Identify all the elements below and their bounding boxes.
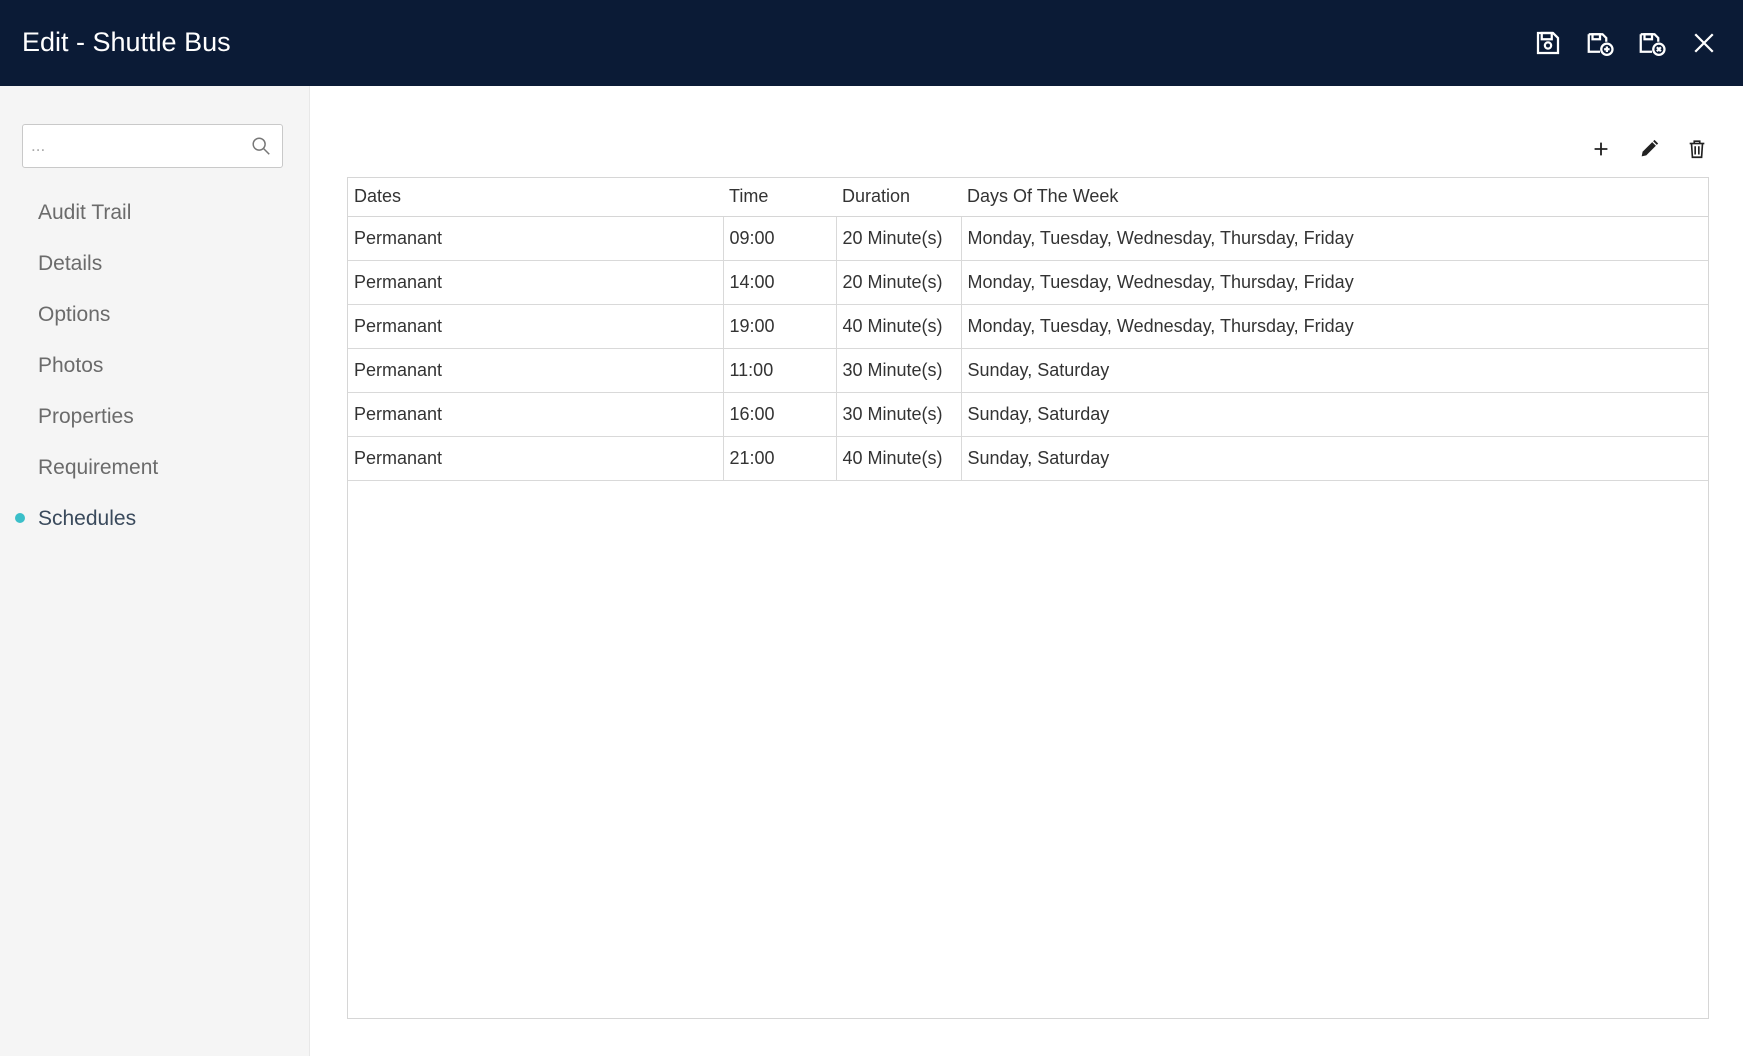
cell-duration: 40 Minute(s)	[836, 304, 962, 349]
table-row[interactable]: Permanant 19:00 40 Minute(s) Monday, Tue…	[348, 304, 1708, 349]
edit-icon	[1641, 139, 1659, 157]
header-bar: Edit - Shuttle Bus	[0, 0, 1743, 86]
cell-dates: Permanant	[348, 436, 724, 481]
column-header-time[interactable]: Time	[723, 178, 836, 217]
grid-toolbar	[1585, 132, 1713, 166]
cell-days: Sunday, Saturday	[961, 348, 1708, 393]
sidebar-item-label: Audit Trail	[38, 201, 132, 224]
search-box	[22, 124, 283, 168]
sidebar-item-details[interactable]: Details	[0, 238, 310, 289]
cell-time: 11:00	[723, 348, 837, 393]
column-header-dates[interactable]: Dates	[348, 178, 723, 217]
cell-time: 14:00	[723, 260, 837, 305]
close-button[interactable]	[1687, 26, 1721, 60]
save-and-new-icon	[1587, 33, 1614, 56]
cell-dates: Permanant	[348, 348, 724, 393]
cell-duration: 40 Minute(s)	[836, 436, 962, 481]
table-row[interactable]: Permanant 16:00 30 Minute(s) Sunday, Sat…	[348, 392, 1708, 437]
delete-icon	[1689, 140, 1705, 159]
cell-days: Monday, Tuesday, Wednesday, Thursday, Fr…	[961, 260, 1708, 305]
cell-days: Monday, Tuesday, Wednesday, Thursday, Fr…	[961, 304, 1708, 349]
save-and-close-icon	[1639, 33, 1666, 56]
delete-button[interactable]	[1681, 133, 1713, 165]
cell-duration: 30 Minute(s)	[836, 392, 962, 437]
sidebar-item-label: Schedules	[38, 507, 137, 530]
cell-dates: Permanant	[348, 392, 724, 437]
sidebar-item-properties[interactable]: Properties	[0, 391, 310, 442]
cell-duration: 20 Minute(s)	[836, 216, 962, 261]
schedules-table: Dates Time Duration Days Of The Week Per…	[347, 177, 1709, 1019]
cell-dates: Permanant	[348, 304, 724, 349]
sidebar-item-label: Options	[38, 303, 111, 326]
save-and-new-button[interactable]	[1583, 26, 1617, 60]
table-row[interactable]: Permanant 09:00 20 Minute(s) Monday, Tue…	[348, 216, 1708, 261]
add-button[interactable]	[1585, 133, 1617, 165]
cell-time: 21:00	[723, 436, 837, 481]
table-header-row: Dates Time Duration Days Of The Week	[348, 178, 1708, 217]
cell-duration: 20 Minute(s)	[836, 260, 962, 305]
cell-dates: Permanant	[348, 216, 724, 261]
search-input[interactable]	[31, 125, 241, 167]
cell-days: Sunday, Saturday	[961, 392, 1708, 437]
search-icon[interactable]	[250, 135, 272, 157]
column-header-days-of-week[interactable]: Days Of The Week	[961, 178, 1708, 217]
table-row[interactable]: Permanant 14:00 20 Minute(s) Monday, Tue…	[348, 260, 1708, 305]
sidebar-item-label: Photos	[38, 354, 104, 377]
column-header-duration[interactable]: Duration	[836, 178, 961, 217]
cell-days: Sunday, Saturday	[961, 436, 1708, 481]
sidebar-item-schedules[interactable]: Schedules	[0, 493, 310, 544]
table-row[interactable]: Permanant 21:00 40 Minute(s) Sunday, Sat…	[348, 436, 1708, 481]
cell-time: 16:00	[723, 392, 837, 437]
sidebar-item-audit-trail[interactable]: Audit Trail	[0, 187, 310, 238]
table-row[interactable]: Permanant 11:00 30 Minute(s) Sunday, Sat…	[348, 348, 1708, 393]
save-and-close-button[interactable]	[1635, 26, 1669, 60]
page-title: Edit - Shuttle Bus	[22, 27, 231, 57]
sidebar-item-requirement[interactable]: Requirement	[0, 442, 310, 493]
sidebar-item-photos[interactable]: Photos	[0, 340, 310, 391]
close-icon	[1694, 33, 1714, 53]
save-button[interactable]	[1531, 26, 1565, 60]
active-indicator	[15, 513, 25, 523]
cell-time: 19:00	[723, 304, 837, 349]
sidebar-item-label: Requirement	[38, 456, 159, 479]
edit-button[interactable]	[1633, 133, 1665, 165]
cell-duration: 30 Minute(s)	[836, 348, 962, 393]
main-content: Dates Time Duration Days Of The Week Per…	[310, 86, 1743, 1056]
header-actions	[1531, 24, 1721, 62]
sidebar-item-label: Details	[38, 252, 103, 275]
sidebar: Audit Trail Details Options Photos Prope…	[0, 86, 310, 1056]
sidebar-item-options[interactable]: Options	[0, 289, 310, 340]
cell-days: Monday, Tuesday, Wednesday, Thursday, Fr…	[961, 216, 1708, 261]
save-icon	[1536, 31, 1560, 55]
add-icon	[1594, 142, 1608, 156]
sidebar-item-label: Properties	[38, 405, 134, 428]
sidebar-nav: Audit Trail Details Options Photos Prope…	[0, 187, 310, 544]
cell-dates: Permanant	[348, 260, 724, 305]
cell-time: 09:00	[723, 216, 837, 261]
